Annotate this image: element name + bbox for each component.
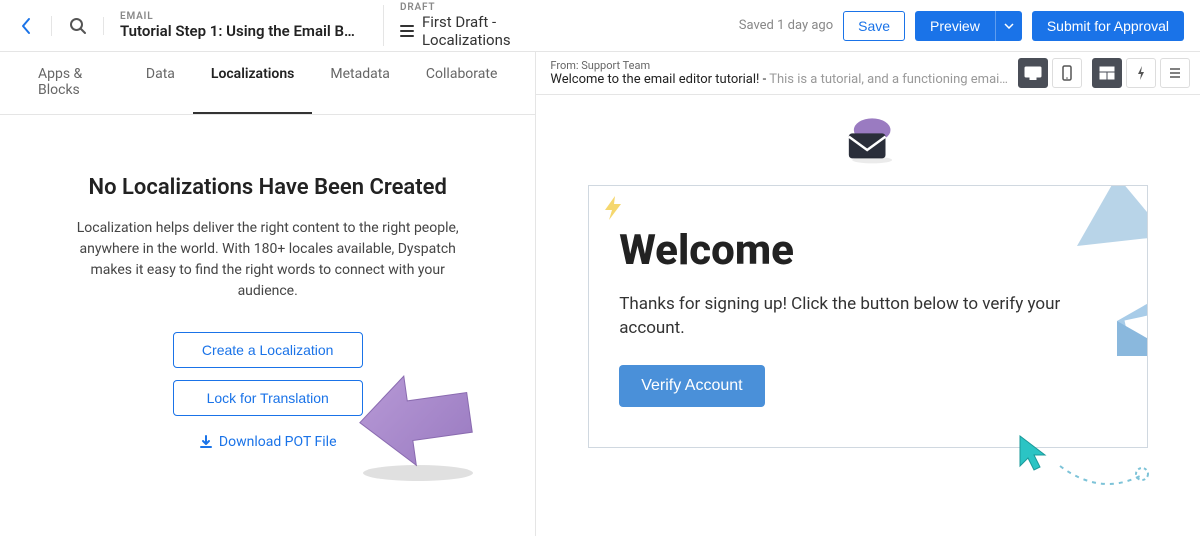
email-title-block: EMAIL Tutorial Step 1: Using the Email B…	[104, 5, 384, 46]
tab-localizations[interactable]: Localizations	[193, 52, 312, 114]
email-preview-area: Welcome Thanks for signing up! Click the…	[536, 95, 1200, 536]
welcome-body: Thanks for signing up! Click the button …	[619, 293, 1117, 341]
tab-metadata[interactable]: Metadata	[312, 52, 408, 114]
chevron-left-icon	[19, 16, 33, 36]
text-view-button[interactable]	[1160, 58, 1190, 88]
cursor-decoration-icon	[1010, 426, 1160, 506]
email-card: Welcome Thanks for signing up! Click the…	[588, 185, 1148, 448]
mobile-icon	[1062, 65, 1072, 81]
layout-icon	[1099, 66, 1115, 80]
back-button[interactable]	[0, 16, 52, 36]
desktop-icon	[1024, 66, 1042, 80]
save-button[interactable]: Save	[843, 11, 905, 41]
preview-button[interactable]: Preview	[915, 11, 995, 41]
email-title: Tutorial Step 1: Using the Email B…	[120, 22, 367, 40]
logo-envelope-icon	[838, 115, 898, 165]
welcome-heading: Welcome	[619, 226, 1117, 275]
download-pot-link[interactable]: Download POT File	[199, 434, 337, 450]
triangle-decoration-icon	[1057, 185, 1148, 266]
draft-name: First Draft - Localizations	[422, 13, 588, 49]
draft-block[interactable]: DRAFT First Draft - Localizations	[384, 0, 604, 55]
download-pot-label: Download POT File	[219, 434, 337, 450]
create-localization-button[interactable]: Create a Localization	[173, 332, 363, 368]
search-button[interactable]	[52, 17, 104, 35]
localizations-empty-description: Localization helps deliver the right con…	[68, 218, 468, 302]
desktop-view-button[interactable]	[1018, 58, 1048, 88]
draft-label: DRAFT	[400, 2, 588, 13]
tab-apps-blocks[interactable]: Apps & Blocks	[20, 52, 128, 114]
lightning-icon	[1136, 65, 1146, 81]
envelope-decoration-icon	[1107, 296, 1148, 366]
tab-collaborate[interactable]: Collaborate	[408, 52, 515, 114]
menu-icon	[400, 25, 414, 37]
saved-indicator: Saved 1 day ago	[739, 18, 833, 33]
preview-dropdown[interactable]	[995, 11, 1022, 41]
list-icon	[1168, 66, 1182, 80]
search-icon	[69, 17, 87, 35]
verify-account-button[interactable]: Verify Account	[619, 365, 764, 407]
amp-view-button[interactable]	[1126, 58, 1156, 88]
layout-view-button[interactable]	[1092, 58, 1122, 88]
card-lightning-icon	[601, 194, 625, 222]
preview-subject: Welcome to the email editor tutorial! - …	[550, 72, 1008, 87]
email-label: EMAIL	[120, 11, 367, 22]
preview-button-group: Preview	[915, 11, 1022, 41]
lock-translation-button[interactable]: Lock for Translation	[173, 380, 363, 416]
localizations-empty-heading: No Localizations Have Been Created	[40, 175, 495, 200]
editor-tabs: Apps & Blocks Data Localizations Metadat…	[0, 52, 535, 115]
mobile-view-button[interactable]	[1052, 58, 1082, 88]
download-icon	[199, 435, 213, 449]
tab-data[interactable]: Data	[128, 52, 193, 114]
preview-from: From: Support Team	[550, 59, 1008, 72]
submit-button[interactable]: Submit for Approval	[1032, 11, 1184, 41]
chevron-down-icon	[1004, 23, 1014, 29]
